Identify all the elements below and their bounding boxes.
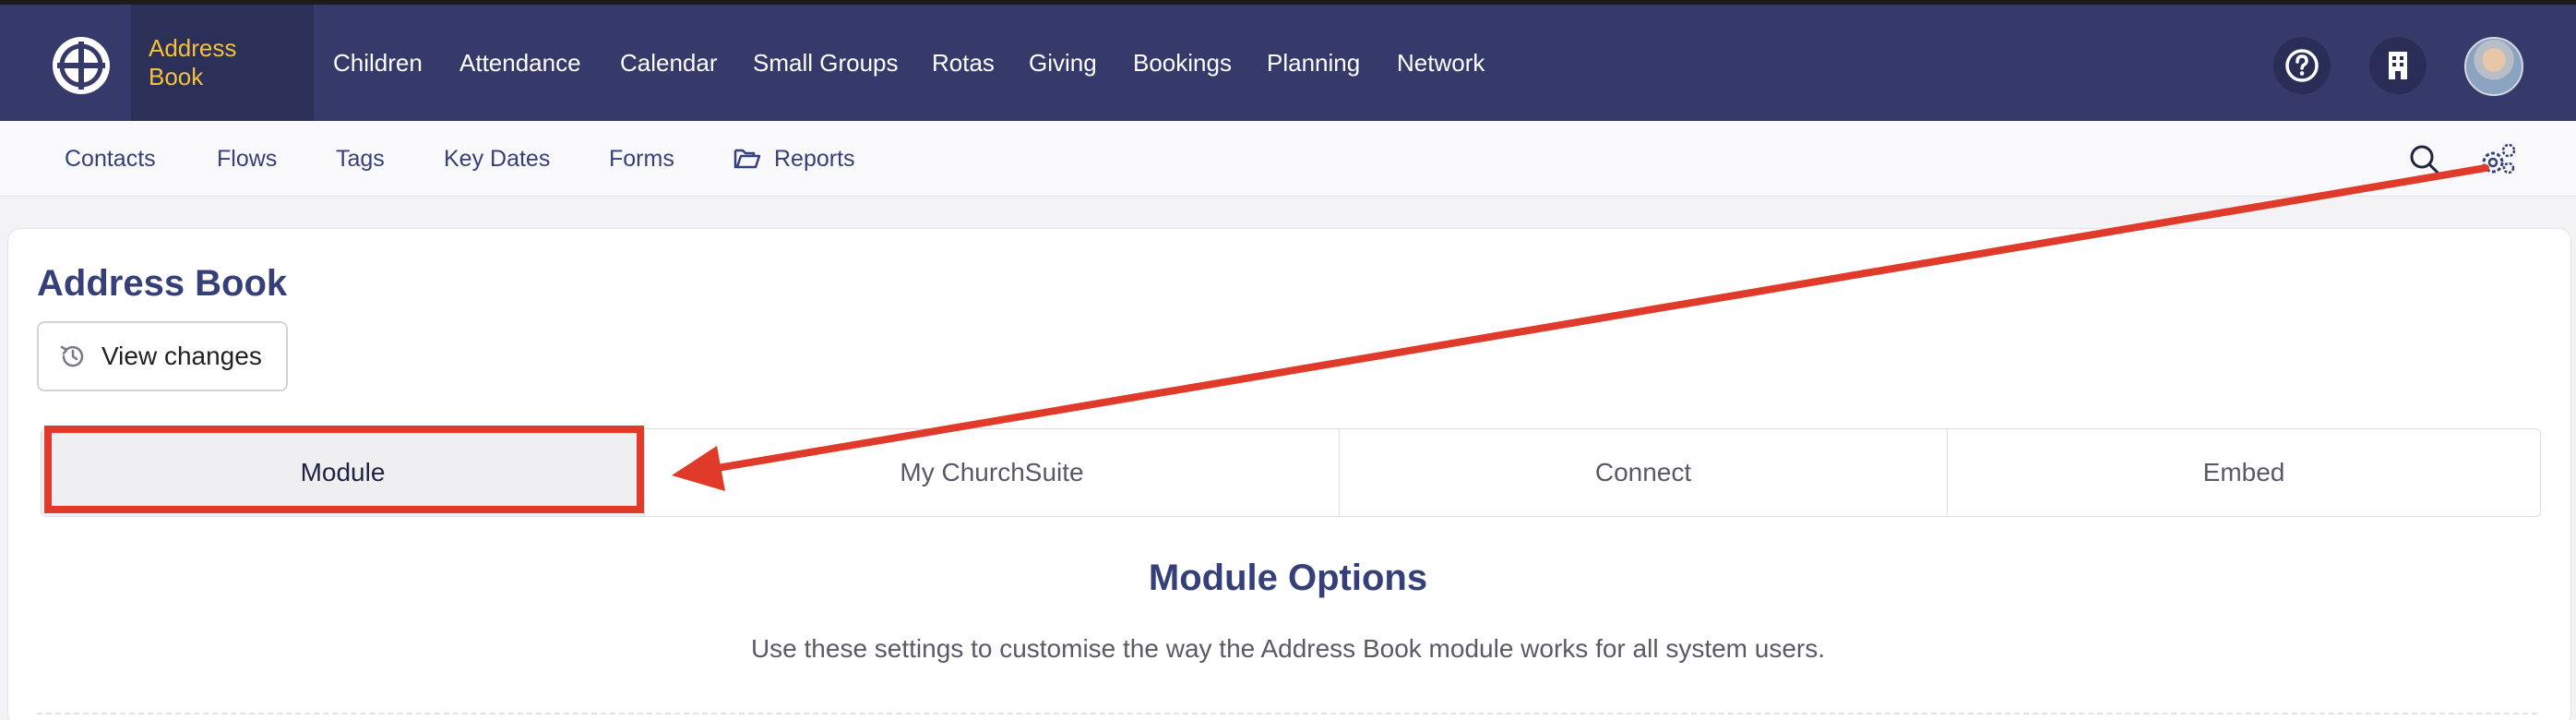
subnav-reports[interactable]: Reports bbox=[733, 121, 855, 197]
subnav-contacts[interactable]: Contacts bbox=[65, 121, 156, 197]
subnav-tags[interactable]: Tags bbox=[336, 121, 385, 197]
building-icon bbox=[2389, 52, 2407, 79]
nav-network[interactable]: Network bbox=[1397, 5, 1485, 121]
history-icon bbox=[60, 345, 84, 367]
tab-module[interactable]: Module bbox=[42, 429, 645, 516]
subnav-forms[interactable]: Forms bbox=[609, 121, 674, 197]
help-button[interactable] bbox=[2273, 37, 2331, 94]
nav-rotas[interactable]: Rotas bbox=[932, 5, 995, 121]
nav-bookings[interactable]: Bookings bbox=[1133, 5, 1232, 121]
churchsuite-logo-icon[interactable] bbox=[50, 34, 113, 97]
subnav-key-dates[interactable]: Key Dates bbox=[444, 121, 550, 197]
question-circle-icon bbox=[2285, 49, 2319, 82]
sub-navbar: Contacts Flows Tags Key Dates Forms Repo… bbox=[0, 121, 2576, 197]
top-navbar: Address Book Children Attendance Calenda… bbox=[0, 0, 2576, 121]
settings-button[interactable] bbox=[2478, 139, 2519, 180]
user-avatar[interactable] bbox=[2464, 37, 2523, 96]
nav-giving[interactable]: Giving bbox=[1029, 5, 1097, 121]
section-title: Module Options bbox=[1148, 558, 1428, 598]
nav-planning[interactable]: Planning bbox=[1267, 5, 1360, 121]
search-button[interactable] bbox=[2404, 139, 2445, 180]
nav-attendance[interactable]: Attendance bbox=[459, 5, 581, 121]
tab-my-churchsuite[interactable]: My ChurchSuite bbox=[645, 429, 1340, 516]
folder-open-icon bbox=[733, 149, 761, 169]
settings-tabs: Module My ChurchSuite Connect Embed bbox=[41, 428, 2541, 517]
page-title: Address Book bbox=[37, 263, 288, 304]
tab-embed[interactable]: Embed bbox=[1948, 429, 2540, 516]
view-changes-button[interactable]: View changes bbox=[37, 321, 288, 391]
nav-small-groups[interactable]: Small Groups bbox=[753, 5, 899, 121]
section-description: Use these settings to customise the way … bbox=[750, 634, 1826, 663]
view-changes-label: View changes bbox=[101, 342, 262, 370]
nav-address-book[interactable]: Address Book bbox=[131, 5, 314, 121]
divider bbox=[37, 713, 2537, 714]
subnav-flows[interactable]: Flows bbox=[217, 121, 277, 197]
subnav-reports-label: Reports bbox=[774, 145, 855, 172]
search-icon bbox=[2410, 145, 2440, 175]
gears-icon bbox=[2482, 143, 2516, 174]
nav-calendar[interactable]: Calendar bbox=[620, 5, 718, 121]
organisation-button[interactable] bbox=[2369, 37, 2427, 94]
nav-children[interactable]: Children bbox=[333, 5, 423, 121]
tab-connect[interactable]: Connect bbox=[1340, 429, 1948, 516]
